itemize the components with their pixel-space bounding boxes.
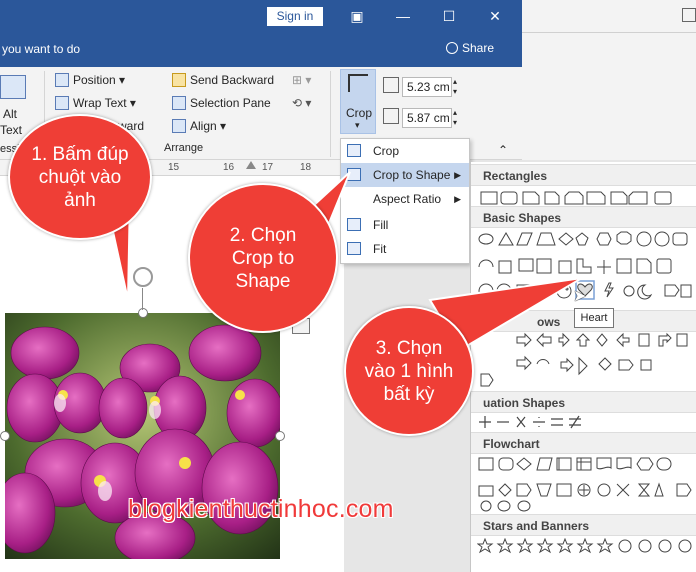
step2-text: 2. Chọn Crop to Shape [229,224,297,292]
step1-callout: 1. Bấm đúp chuột vào ảnh [8,114,152,240]
watermark-text: blogkienthuctinhoc.com [128,495,394,523]
callout-pointers [103,171,583,352]
step3-callout: 3. Chọn vào 1 hình bất kỳ [344,306,474,436]
step2-callout: 2. Chọn Crop to Shape [188,183,338,333]
step1-text: 1. Bấm đúp chuột vào ảnh [31,143,129,211]
step3-text: 3. Chọn vào 1 hình bất kỳ [364,337,454,405]
